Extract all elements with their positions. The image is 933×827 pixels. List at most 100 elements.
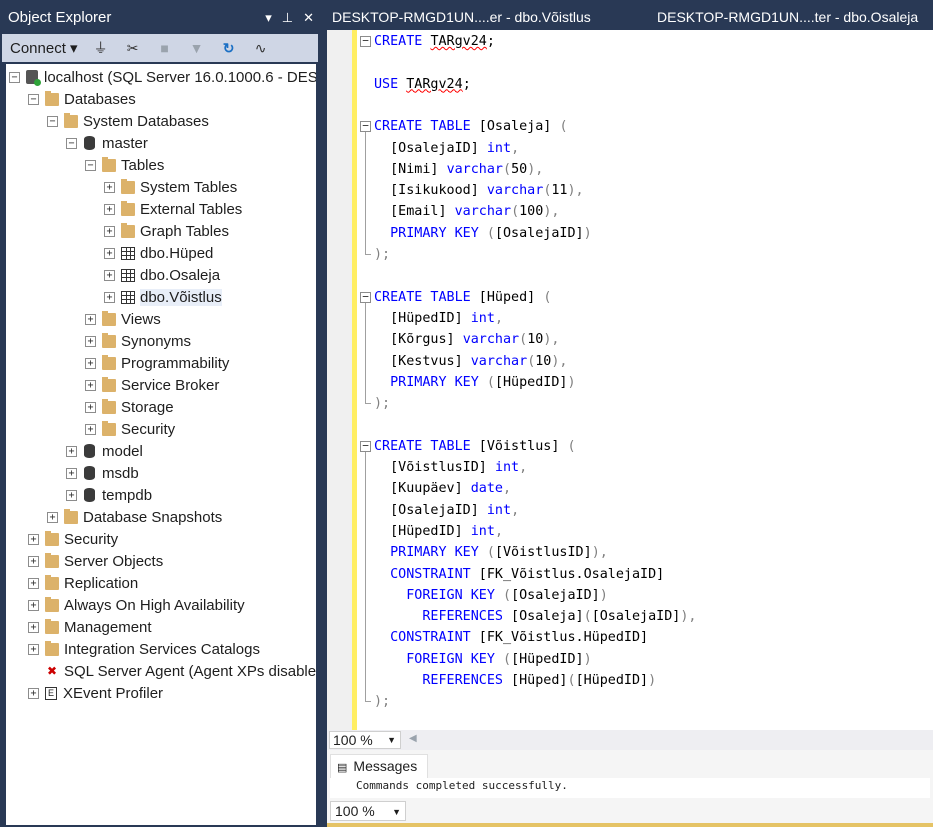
tree-node[interactable]: + Database Snapshots (47, 506, 222, 528)
tree-node[interactable]: + Replication (28, 572, 138, 594)
sql-token: , (494, 523, 503, 539)
scroll-left-icon[interactable]: ◀ (409, 733, 417, 744)
code-line: [Email] varchar(100), (374, 201, 559, 222)
tree-node-label: Programmability (121, 354, 230, 372)
tree-node[interactable]: + Service Broker (85, 374, 219, 396)
folder-icon (102, 332, 116, 348)
tree-node[interactable]: + Programmability (85, 352, 229, 374)
tree-node[interactable]: + Synonyms (85, 330, 191, 352)
window-position-dropdown-icon[interactable]: ▾ (265, 4, 272, 32)
tree-node[interactable]: + dbo.Võistlus (104, 286, 222, 308)
tab-osaleja[interactable]: DESKTOP-RMGD1UN....ter - dbo.Osaleja (657, 4, 918, 30)
pin-icon[interactable]: ⊥ (282, 4, 293, 32)
sql-token: ( (559, 119, 568, 135)
expand-icon[interactable]: + (47, 511, 58, 523)
tree-node[interactable]: + model (66, 440, 143, 462)
tree-node-label: Always On High Availability (64, 596, 245, 614)
tree-node[interactable]: − Databases (28, 88, 136, 110)
editor-zoom-select[interactable]: 100 % ▼ (329, 731, 401, 749)
filter-icon[interactable]: ▼ (188, 40, 206, 56)
expand-icon[interactable]: + (28, 599, 39, 611)
tree-node[interactable]: + msdb (66, 462, 139, 484)
expand-icon[interactable]: + (28, 687, 39, 699)
tree-node[interactable]: ✖ SQL Server Agent (Agent XPs disabled) (28, 660, 316, 682)
query-editor[interactable]: CREATE TARgv24; USE TARgv24; CREATE TABLE … (327, 30, 933, 730)
refresh-icon[interactable]: ↻ (220, 40, 238, 57)
expand-icon[interactable]: + (104, 247, 115, 259)
tree-node[interactable]: + E XEvent Profiler (28, 682, 163, 704)
expand-icon[interactable]: + (104, 203, 115, 215)
database-icon (84, 444, 95, 458)
folder-icon (45, 552, 59, 568)
tree-node[interactable]: − master (66, 132, 148, 154)
tree-node[interactable]: + Security (85, 418, 175, 440)
tree-node[interactable]: − System Databases (47, 110, 209, 132)
tree-node[interactable]: + tempdb (66, 484, 152, 506)
tree-node[interactable]: + System Tables (104, 176, 237, 198)
folder-icon (102, 376, 116, 392)
expand-icon[interactable]: + (85, 379, 96, 391)
sql-token: ); (374, 396, 391, 412)
collapse-icon[interactable]: − (85, 159, 96, 171)
code-line: [Isikukood] varchar(11), (374, 180, 584, 201)
expand-icon[interactable]: + (85, 357, 96, 369)
tree-node[interactable]: + External Tables (104, 198, 242, 220)
collapse-region-icon[interactable]: − (360, 440, 371, 452)
collapse-region-icon[interactable]: − (360, 120, 371, 133)
tree-node[interactable]: − localhost (SQL Server 16.0.1000.6 - DES… (9, 66, 316, 88)
disconnect-icon[interactable]: ✂ (124, 40, 142, 57)
sql-token: ( (519, 332, 528, 348)
collapse-icon[interactable]: − (66, 137, 77, 149)
collapse-icon[interactable]: − (28, 93, 39, 105)
code-line: USE TARgv24; (374, 74, 471, 95)
expand-icon[interactable]: + (28, 555, 39, 567)
tree-node[interactable]: + Integration Services Catalogs (28, 638, 260, 660)
sql-keyword: varchar (454, 204, 512, 220)
tree-node[interactable]: + Server Objects (28, 550, 163, 572)
connect-button[interactable]: Connect ▾ (10, 39, 78, 57)
code-line: CREATE TARgv24; (374, 31, 495, 52)
tree-node[interactable]: + Views (85, 308, 161, 330)
close-icon[interactable]: ✕ (303, 4, 314, 32)
tree-node[interactable]: + dbo.Hüped (104, 242, 213, 264)
tree-node[interactable]: + Always On High Availability (28, 594, 245, 616)
expand-icon[interactable]: + (85, 401, 96, 413)
expand-icon[interactable]: + (28, 577, 39, 589)
tree-node[interactable]: − Tables (85, 154, 164, 176)
tree-node[interactable]: + Storage (85, 396, 174, 418)
connect-plug-icon[interactable]: ⏚ (92, 38, 110, 58)
tab-messages[interactable]: ▤ Messages (330, 754, 428, 778)
expand-icon[interactable]: + (66, 467, 77, 479)
expand-icon[interactable]: + (104, 291, 115, 303)
tree-node[interactable]: + dbo.Osaleja (104, 264, 220, 286)
tree-node[interactable]: + Management (28, 616, 152, 638)
activity-monitor-icon[interactable]: ∿ (252, 40, 270, 57)
collapse-region-icon[interactable]: − (360, 291, 371, 303)
stop-icon[interactable]: ■ (156, 40, 174, 56)
expand-icon[interactable]: + (66, 489, 77, 501)
collapse-region-icon[interactable]: − (360, 35, 371, 47)
sql-keyword: PRIMARY KEY (390, 545, 479, 561)
sql-keyword: varchar (470, 353, 528, 369)
expand-icon[interactable]: + (66, 445, 77, 457)
expand-icon[interactable]: + (104, 181, 115, 193)
tree-node[interactable]: + Security (28, 528, 118, 550)
collapse-icon[interactable]: − (47, 115, 58, 127)
tree-node-label: tempdb (102, 486, 153, 504)
expand-icon[interactable]: + (104, 269, 115, 281)
expand-icon[interactable]: + (28, 643, 39, 655)
expand-icon[interactable]: + (28, 533, 39, 545)
results-zoom-select[interactable]: 100 % ▼ (330, 801, 406, 821)
sql-token: [HüpedID] (374, 310, 471, 326)
tree-node-label: Management (64, 618, 152, 636)
tab-voistlus[interactable]: DESKTOP-RMGD1UN....er - dbo.Võistlus (332, 4, 591, 30)
expand-icon[interactable]: + (85, 335, 96, 347)
expand-icon[interactable]: + (28, 621, 39, 633)
collapse-icon[interactable]: − (9, 71, 20, 83)
code-line: REFERENCES [Hüped]([HüpedID]) (374, 670, 656, 691)
expand-icon[interactable]: + (85, 423, 96, 435)
expand-icon[interactable]: + (104, 225, 115, 237)
expand-icon[interactable]: + (85, 313, 96, 325)
tree-node[interactable]: + Graph Tables (104, 220, 229, 242)
